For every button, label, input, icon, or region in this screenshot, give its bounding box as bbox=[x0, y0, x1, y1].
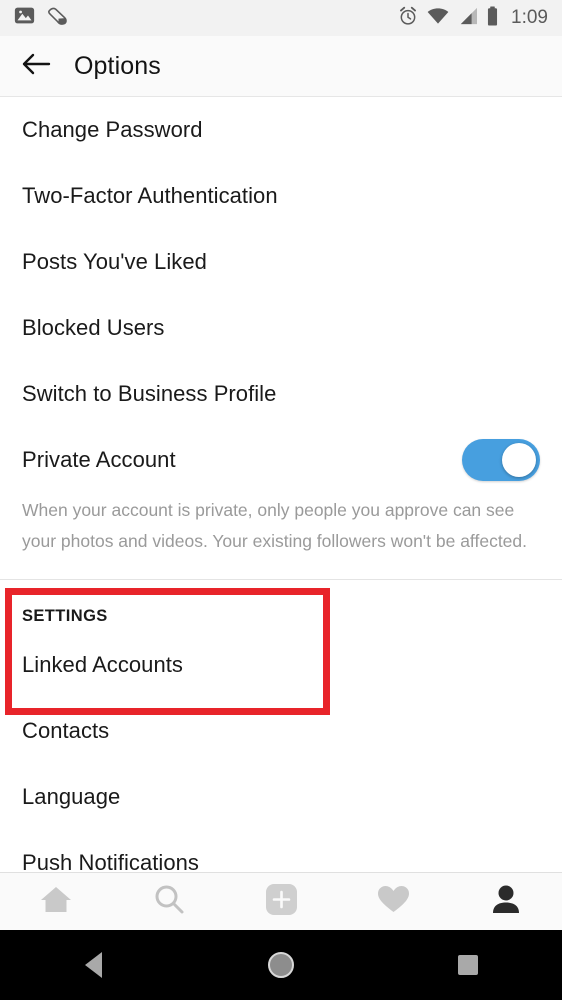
battery-icon bbox=[487, 5, 498, 31]
list-item-push-notifications[interactable]: Push Notifications bbox=[0, 830, 562, 872]
section-header-label: SETTINGS bbox=[22, 607, 108, 625]
list-item-switch-to-business-profile[interactable]: Switch to Business Profile bbox=[0, 361, 562, 427]
list-item-label: Posts You've Liked bbox=[22, 249, 207, 274]
android-back-button[interactable] bbox=[0, 930, 187, 1000]
tab-activity[interactable] bbox=[337, 873, 449, 931]
back-arrow-icon bbox=[21, 51, 51, 82]
toggle-knob bbox=[502, 443, 536, 477]
tab-search[interactable] bbox=[112, 873, 224, 931]
phone-screen: 1:09 Options Change Password Two-Factor … bbox=[0, 0, 562, 1000]
list-item-language[interactable]: Language bbox=[0, 764, 562, 830]
fitness-tracker-icon bbox=[47, 5, 70, 31]
list-item-contacts[interactable]: Contacts bbox=[0, 698, 562, 764]
tab-add-post[interactable] bbox=[225, 873, 337, 931]
wifi-icon bbox=[427, 7, 449, 30]
list-item-label: Contacts bbox=[22, 718, 110, 743]
page-title: Options bbox=[74, 51, 161, 80]
home-icon bbox=[39, 884, 73, 920]
alarm-clock-icon bbox=[398, 6, 418, 31]
cellular-signal-icon bbox=[458, 7, 478, 30]
activity-heart-icon bbox=[377, 884, 410, 919]
list-item-label: Switch to Business Profile bbox=[22, 381, 277, 406]
android-navigation-bar bbox=[0, 930, 562, 1000]
status-bar-right-icons: 1:09 bbox=[398, 5, 548, 31]
list-item-blocked-users[interactable]: Blocked Users bbox=[0, 295, 562, 361]
profile-icon bbox=[491, 884, 521, 920]
list-item-label: Change Password bbox=[22, 117, 203, 142]
android-recents-button[interactable] bbox=[375, 930, 562, 1000]
private-account-helper-text: When your account is private, only peopl… bbox=[22, 500, 528, 551]
list-item-label: Two-Factor Authentication bbox=[22, 183, 278, 208]
private-account-toggle[interactable] bbox=[462, 439, 540, 481]
photo-icon bbox=[14, 5, 35, 31]
android-home-icon bbox=[267, 952, 294, 978]
settings-section-header: SETTINGS bbox=[0, 580, 562, 632]
list-item-posts-youve-liked[interactable]: Posts You've Liked bbox=[0, 229, 562, 295]
list-item-label: Push Notifications bbox=[22, 850, 199, 872]
back-button[interactable] bbox=[8, 38, 64, 94]
private-account-label: Private Account bbox=[22, 447, 176, 472]
list-item-label: Language bbox=[22, 784, 121, 809]
list-item-label: Linked Accounts bbox=[22, 652, 183, 677]
bottom-tab-bar bbox=[0, 872, 562, 930]
list-item-linked-accounts[interactable]: Linked Accounts bbox=[0, 632, 562, 698]
options-list[interactable]: Change Password Two-Factor Authenticatio… bbox=[0, 97, 562, 872]
search-icon bbox=[153, 883, 185, 920]
android-back-icon bbox=[85, 952, 103, 978]
add-post-icon bbox=[265, 883, 298, 921]
status-bar-left-icons bbox=[14, 5, 70, 31]
list-item-change-password[interactable]: Change Password bbox=[0, 97, 562, 163]
android-recents-icon bbox=[458, 955, 479, 975]
status-bar: 1:09 bbox=[0, 0, 562, 36]
tab-home[interactable] bbox=[0, 873, 112, 931]
status-bar-clock: 1:09 bbox=[511, 7, 548, 28]
app-bar: Options bbox=[0, 36, 562, 97]
android-home-button[interactable] bbox=[187, 930, 374, 1000]
list-item-two-factor-authentication[interactable]: Two-Factor Authentication bbox=[0, 163, 562, 229]
list-item-label: Blocked Users bbox=[22, 315, 165, 340]
list-item-private-account[interactable]: Private Account bbox=[0, 427, 562, 493]
tab-profile[interactable] bbox=[450, 873, 562, 931]
